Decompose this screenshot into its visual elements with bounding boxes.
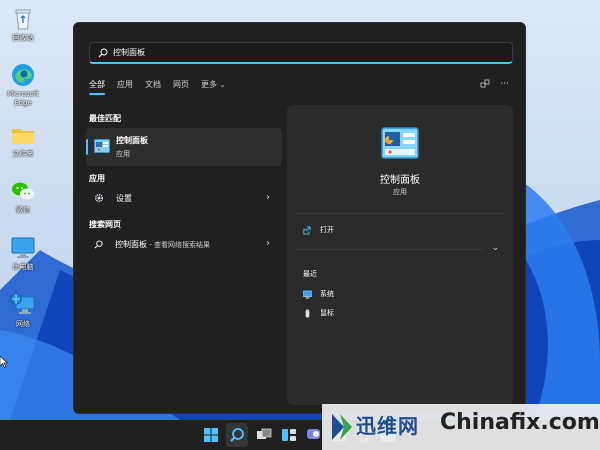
share-icon[interactable] — [480, 79, 490, 89]
desktop-icon-recycle-bin[interactable]: 回收站 — [2, 6, 44, 43]
desktop-icon-folder[interactable]: 文件夹 — [2, 122, 44, 159]
chevron-right-icon: › — [266, 192, 270, 203]
recent-item-mouse[interactable]: 鼠标 — [303, 308, 334, 318]
result-label: 设置 — [116, 193, 132, 203]
tab-all[interactable]: 全部 — [89, 79, 105, 95]
recent-label: 鼠标 — [320, 309, 334, 317]
web-section-title: 搜索网页 — [89, 220, 121, 229]
action-open[interactable]: 打开 — [303, 225, 334, 235]
web-query: 控制面板 — [115, 239, 147, 249]
result-settings[interactable]: 设置 › — [86, 187, 282, 209]
best-match-title: 最佳匹配 — [89, 114, 121, 123]
system-icon — [303, 290, 312, 299]
selection-indicator — [86, 139, 88, 155]
search-icon — [94, 239, 103, 248]
widgets-icon[interactable] — [281, 427, 297, 443]
desktop-icon-label: 网络 — [16, 320, 30, 328]
search-icon[interactable] — [229, 427, 245, 443]
recycle-bin-icon — [10, 6, 36, 32]
apps-section-title: 应用 — [89, 174, 105, 183]
edge-icon — [10, 62, 36, 88]
detail-pane: 控制面板 应用 打开 ⌄ 最近 系统 鼠标 — [287, 105, 513, 405]
wechat-icon — [10, 178, 36, 204]
this-pc-icon — [10, 235, 36, 261]
more-icon[interactable]: ··· — [500, 79, 509, 89]
network-icon — [10, 292, 36, 318]
search-tabs: 全部 应用 文档 网页 更多 ⌄ — [89, 79, 237, 95]
desktop-icon-this-pc[interactable]: 此电脑 — [2, 235, 44, 272]
desktop-icon-label: 回收站 — [12, 34, 34, 42]
result-web-search[interactable]: 控制面板 - 查看网络搜索结果 › — [86, 233, 282, 255]
search-icon — [98, 48, 108, 57]
tab-more[interactable]: 更多 ⌄ — [201, 79, 225, 95]
chevron-down-icon: ⌄ — [219, 81, 226, 89]
tab-more-label: 更多 — [201, 80, 217, 89]
folder-icon — [10, 122, 36, 148]
recent-item-system[interactable]: 系统 — [303, 289, 334, 299]
tab-tools: ··· — [480, 79, 509, 89]
tab-documents[interactable]: 文档 — [145, 79, 161, 95]
mouse-icon — [305, 308, 310, 318]
recent-label: 系统 — [320, 290, 334, 298]
detail-title: 控制面板 — [380, 175, 420, 186]
control-panel-icon — [381, 127, 419, 159]
desktop-icon-network[interactable]: 网络 — [2, 292, 44, 329]
action-open-label: 打开 — [320, 226, 334, 234]
task-view-icon[interactable] — [256, 427, 272, 443]
tab-apps[interactable]: 应用 — [117, 79, 133, 95]
desktop-icon-wechat[interactable]: 微信 — [2, 178, 44, 215]
desktop-icon-label: Microsoft Edge — [7, 90, 39, 107]
search-panel: 全部 应用 文档 网页 更多 ⌄ ··· 最佳匹配 控制面板 应用 应用 设置 … — [73, 22, 526, 414]
divider — [297, 249, 483, 250]
best-match-name: 控制面板 — [116, 136, 148, 145]
gear-icon — [94, 193, 104, 203]
mouse-cursor-icon — [0, 356, 8, 368]
recent-title: 最近 — [303, 270, 317, 278]
watermark-cn: 迅维网 — [356, 414, 419, 438]
desktop-icon-label: 文件夹 — [12, 150, 34, 158]
watermark: 迅维网 Chinafix.com — [322, 404, 600, 450]
divider — [297, 213, 503, 214]
web-suffix: - 查看网络搜索结果 — [147, 240, 210, 249]
chinafix-logo-icon — [332, 414, 352, 440]
desktop-icon-label: 微信 — [16, 206, 30, 214]
open-icon — [303, 225, 311, 235]
detail-type: 应用 — [393, 188, 407, 196]
chevron-right-icon: › — [266, 238, 270, 249]
chevron-down-icon[interactable]: ⌄ — [491, 243, 499, 253]
watermark-en: Chinafix.com — [440, 410, 600, 435]
best-match-item[interactable]: 控制面板 应用 — [86, 128, 282, 166]
search-input[interactable] — [113, 48, 493, 57]
control-panel-icon — [94, 139, 110, 153]
desktop-icon-edge[interactable]: Microsoft Edge — [2, 62, 44, 108]
best-match-type: 应用 — [116, 150, 130, 158]
desktop-icon-label: 此电脑 — [12, 263, 34, 271]
start-icon[interactable] — [203, 427, 219, 443]
search-box[interactable] — [89, 42, 513, 64]
result-label: 控制面板 - 查看网络搜索结果 — [115, 239, 210, 250]
tab-web[interactable]: 网页 — [173, 79, 189, 95]
chat-icon[interactable] — [306, 427, 322, 443]
